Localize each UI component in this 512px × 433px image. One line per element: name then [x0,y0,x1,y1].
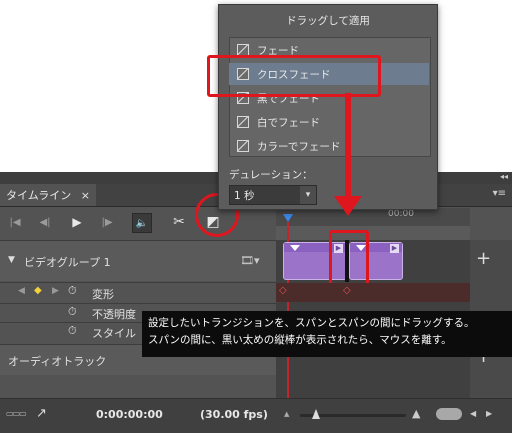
style-label: スタイル [92,327,136,340]
video-group-label: ビデオグループ 1 [24,256,111,269]
stopwatch-icon[interactable]: ⏱ [68,324,77,338]
keyframe-icon[interactable]: ◆ [34,285,42,296]
collapse-icon[interactable]: ◂◂ [500,172,508,181]
time-ruler[interactable]: 00:00 [276,208,470,226]
add-video-icon[interactable]: + [476,248,491,269]
current-timecode: 0:00:00:00 [96,408,163,421]
tab-timeline[interactable]: タイムライン × [0,184,96,206]
tab-label: タイムライン [6,189,72,202]
film-icon[interactable]: 🎞▾ [240,254,260,267]
render-video-icon[interactable]: ▭▭▭ [6,409,27,418]
duration-label: デュレーション： [229,169,313,181]
ruler-time-label: 00:00 [388,209,414,219]
zoom-slider-handle[interactable] [312,409,320,419]
go-first-icon[interactable]: |◀ [6,213,24,231]
opacity-label: 不透明度 [92,308,136,321]
transform-row: ◀ ◆ ▶ ⏱ 変形 [0,282,276,303]
scroll-thumb[interactable] [436,408,462,420]
tooltip-line-2: スパンの間に、黒い太めの縦棒が表示されたら、マウスを離す。 [148,334,452,346]
play-icon[interactable]: ▶ [68,213,86,231]
transform-lane[interactable] [276,283,470,302]
prev-frame-icon[interactable]: ◀| [36,213,54,231]
panel-menu-icon[interactable]: ▾≡ [493,188,506,199]
tab-close-icon[interactable]: × [75,189,90,202]
work-area-bar[interactable] [276,226,470,240]
transform-label: 変形 [92,288,114,301]
menu-item-fade-color[interactable]: カラーでフェード [229,135,429,157]
playhead-handle[interactable] [283,214,293,222]
crossfade-highlight [207,55,381,97]
fade-color-icon [237,140,249,152]
expand-triangle-icon[interactable]: ▼ [8,255,15,265]
video-group-track[interactable]: ▼ ビデオグループ 1 🎞▾ [0,240,276,281]
zoom-in-icon[interactable]: ▲ [412,407,420,420]
transition-menu: ドラッグして適用 フェード クロスフェード 黒でフェード 白でフェード カラーで… [218,4,438,210]
prev-key-icon[interactable]: ◀ [18,286,25,296]
audio-icon[interactable]: 🔈 [132,213,152,233]
menu-item-fade-white[interactable]: 白でフェード [229,111,429,133]
arrow-head [334,196,362,216]
stopwatch-icon[interactable]: ⏱ [68,305,77,319]
frame-rate: (30.00 fps) [200,408,268,421]
next-key-icon[interactable]: ▶ [52,286,59,296]
chevron-down-icon[interactable]: ▾ [300,186,316,204]
next-frame-icon[interactable]: |▶ [98,213,116,231]
fade-white-icon [237,116,249,128]
add-track-area: + [470,240,512,280]
audio-track-label: オーディオトラック [8,355,107,368]
keyframe-marker-1[interactable]: ◇ [279,285,287,296]
duration-value: 1 秒 [234,190,255,202]
instruction-tooltip: 設定したいトランジションを、スパンとスパンの間にドラッグする。 スパンの間に、黒… [142,311,512,357]
arrow-shaft [345,93,351,199]
tooltip-line-1: 設定したいトランジションを、スパンとスパンの間にドラッグする。 [148,317,475,329]
share-icon[interactable]: ↗ [36,406,47,421]
timeline-panel: ◂◂ タイムライン × ▾≡ |◀ ◀| ▶ |▶ 🔈 ✂ ◩ 00:00 ▼ … [0,172,512,432]
menu-title: ドラッグして適用 [286,15,370,27]
split-scissors-icon[interactable]: ✂ [170,213,188,231]
duration-select[interactable]: 1 秒 ▾ [229,185,317,205]
scroll-right-icon[interactable]: ▶ [486,409,492,418]
status-bar: ▭▭▭ ↗ 0:00:00:00 (30.00 fps) ▲ ▲ ◀ ▶ [0,398,512,433]
stopwatch-icon[interactable]: ⏱ [68,284,77,298]
scroll-left-icon[interactable]: ◀ [470,409,476,418]
keyframe-marker-2[interactable]: ◇ [343,285,351,296]
zoom-out-icon[interactable]: ▲ [284,410,289,418]
